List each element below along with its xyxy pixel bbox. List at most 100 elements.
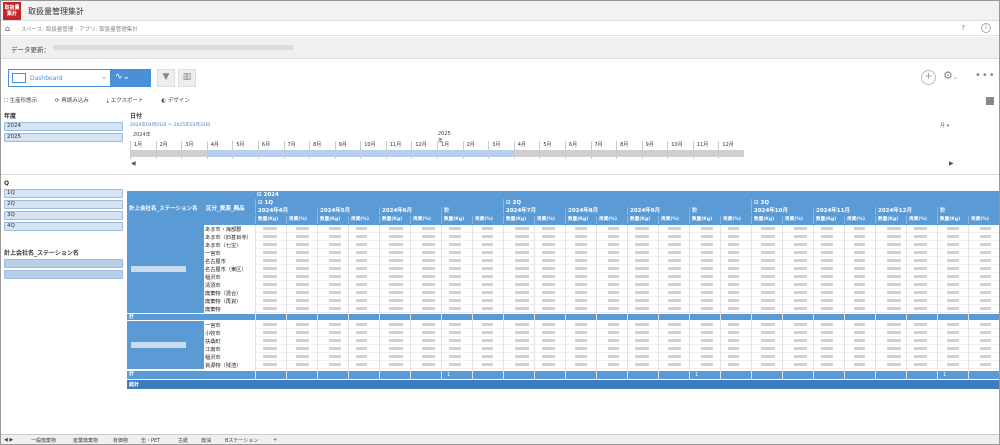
action-design[interactable]: ◐ デザイン bbox=[161, 98, 198, 104]
pivot-measure-cell[interactable]: 再資(%) bbox=[596, 216, 627, 224]
quarter-filter-item[interactable]: 1Q bbox=[4, 189, 123, 198]
pivot-month-cell[interactable]: 2024年5月 bbox=[317, 207, 379, 215]
sheet-tab[interactable]: Bステーション bbox=[225, 437, 258, 444]
company-filter-item[interactable] bbox=[4, 270, 123, 279]
quarter-filter-item[interactable]: 3Q bbox=[4, 211, 123, 220]
pivot-measure-cell[interactable]: 数量(Kg) bbox=[689, 216, 720, 224]
pivot-measure-cell[interactable]: 再資(%) bbox=[968, 216, 999, 224]
pivot-measure-cell[interactable]: 再資(%) bbox=[658, 216, 689, 224]
month-tick[interactable]: 3月 bbox=[181, 141, 207, 159]
year-filter-item[interactable]: 2024 bbox=[4, 122, 123, 131]
home-icon[interactable]: ⌂ bbox=[5, 24, 10, 33]
breadcrumb-space[interactable]: スペース: 取扱量管理 bbox=[21, 27, 73, 33]
group-header-cell[interactable] bbox=[127, 225, 204, 313]
dashboard-select[interactable]: Dashboard ⌄ bbox=[8, 69, 111, 87]
pivot-quarter-cell[interactable]: ⊟ 1Q bbox=[255, 199, 503, 207]
month-tick[interactable]: 5月 bbox=[539, 141, 565, 159]
month-tick[interactable]: 9月 bbox=[334, 141, 361, 159]
add-button[interactable]: + bbox=[921, 70, 936, 85]
pivot-measure-cell[interactable]: 再資(%) bbox=[534, 216, 565, 224]
pivot-col1-header[interactable]: 計上会社名_ステーション名 bbox=[127, 191, 203, 225]
sheet-tab[interactable]: 産業廃棄物 bbox=[73, 437, 98, 444]
pivot-col2-header[interactable]: 区分_資源_廃品 bbox=[204, 191, 255, 225]
pivot-measure-cell[interactable]: 数量(Kg) bbox=[441, 216, 472, 224]
slider-left-arrow-icon[interactable]: ◀ bbox=[131, 160, 136, 167]
date-level-select[interactable]: 月 ▾ bbox=[940, 122, 949, 129]
pivot-measure-cell[interactable]: 再資(%) bbox=[906, 216, 937, 224]
info-icon[interactable]: i bbox=[981, 23, 991, 33]
month-tick[interactable]: 4月 bbox=[206, 141, 233, 159]
pivot-month-cell[interactable]: 計 bbox=[937, 207, 999, 215]
pivot-measure-cell[interactable]: 数量(Kg) bbox=[565, 216, 596, 224]
pivot-measure-cell[interactable]: 再資(%) bbox=[286, 216, 317, 224]
pivot-measure-cell[interactable]: 数量(Kg) bbox=[317, 216, 348, 224]
pivot-measure-cell[interactable]: 再資(%) bbox=[782, 216, 813, 224]
help-icon[interactable]: ? bbox=[961, 24, 965, 32]
quarter-filter-item[interactable]: 2Q bbox=[4, 200, 123, 209]
pivot-year-cell[interactable]: ⊟ 2024 bbox=[255, 191, 999, 199]
quarter-filter-item[interactable]: 4Q bbox=[4, 222, 123, 231]
pivot-month-cell[interactable]: 計 bbox=[441, 207, 503, 215]
group-header-cell[interactable] bbox=[127, 321, 204, 369]
pivot-month-cell[interactable]: 2024年11月 bbox=[813, 207, 875, 215]
pivot-measure-cell[interactable]: 数量(Kg) bbox=[875, 216, 906, 224]
year-filter-item[interactable]: 2025 bbox=[4, 133, 123, 142]
month-slider[interactable]: 1月 2月 3月 4月 5月 6月 7月 8月 9月 10月 11月 12月 1月 2月 3月 4月 5月 6月 7… bbox=[130, 141, 744, 159]
month-tick[interactable]: 2月 bbox=[155, 141, 182, 159]
month-tick[interactable]: 7月 bbox=[590, 141, 617, 159]
month-tick[interactable]: 11月 bbox=[692, 141, 719, 159]
pivot-quarter-cell[interactable]: ⊟ 2Q bbox=[503, 199, 751, 207]
sheet-tab[interactable]: 廃油 bbox=[201, 437, 211, 444]
month-tick[interactable]: 8月 bbox=[616, 141, 642, 159]
sheet-tab[interactable]: 缶・PET bbox=[141, 437, 160, 444]
sheet-tab[interactable]: 有価物 bbox=[113, 437, 128, 444]
pivot-measure-cell[interactable]: 数量(Kg) bbox=[751, 216, 782, 224]
pivot-month-cell[interactable]: 計 bbox=[689, 207, 751, 215]
month-tick[interactable]: 3月 bbox=[488, 141, 514, 159]
chart-type-button[interactable]: ∿⌄ bbox=[111, 69, 151, 87]
pivot-month-cell[interactable]: 2024年12月 bbox=[875, 207, 937, 215]
tabs-scroll-icon[interactable]: ◀ ▶ bbox=[4, 437, 13, 443]
month-tick[interactable]: 7月 bbox=[283, 141, 310, 159]
sheet-tab[interactable]: 一般廃棄物 bbox=[31, 437, 56, 444]
month-tick[interactable]: 8月 bbox=[309, 141, 335, 159]
month-tick[interactable]: 1月 bbox=[437, 141, 463, 159]
month-tick[interactable]: 6月 bbox=[257, 141, 284, 159]
pivot-measure-cell[interactable]: 再資(%) bbox=[472, 216, 503, 224]
month-tick[interactable]: 12月 bbox=[411, 141, 437, 159]
pivot-measure-cell[interactable]: 数量(Kg) bbox=[937, 216, 968, 224]
month-tick[interactable]: 11月 bbox=[385, 141, 412, 159]
pivot-month-cell[interactable]: 2024年9月 bbox=[627, 207, 689, 215]
pivot-month-cell[interactable]: 2024年10月 bbox=[751, 207, 813, 215]
panel-toggle-button[interactable] bbox=[986, 97, 994, 105]
pivot-measure-cell[interactable]: 数量(Kg) bbox=[379, 216, 410, 224]
month-tick[interactable]: 5月 bbox=[232, 141, 258, 159]
pivot-measure-cell[interactable]: 再資(%) bbox=[410, 216, 441, 224]
pivot-measure-cell[interactable]: 再資(%) bbox=[844, 216, 875, 224]
company-filter-item[interactable] bbox=[4, 259, 123, 268]
pivot-measure-cell[interactable]: 再資(%) bbox=[720, 216, 751, 224]
action-display[interactable]: ⛶ 生産形態示 bbox=[4, 98, 45, 104]
pivot-measure-cell[interactable]: 数量(Kg) bbox=[813, 216, 844, 224]
month-tick[interactable]: 10月 bbox=[667, 141, 693, 159]
pivot-quarter-cell[interactable]: ⊟ 3Q bbox=[751, 199, 999, 207]
action-reload[interactable]: ⟳ 再読み込み bbox=[55, 98, 97, 104]
sheet-tab[interactable]: 古紙 bbox=[178, 437, 188, 444]
filter-button[interactable]: ▼ bbox=[157, 69, 175, 87]
breadcrumb-app[interactable]: アプリ: 取扱量管理集計 bbox=[79, 27, 138, 33]
month-tick[interactable]: 2月 bbox=[462, 141, 489, 159]
settings-button[interactable]: ⚙⌄ bbox=[943, 69, 958, 82]
month-tick[interactable]: 6月 bbox=[564, 141, 591, 159]
action-export[interactable]: ⤓ エクスポート bbox=[107, 98, 152, 104]
month-tick[interactable]: 1月 bbox=[130, 141, 156, 159]
pivot-month-cell[interactable]: 2024年7月 bbox=[503, 207, 565, 215]
more-menu-button[interactable]: ••• bbox=[975, 70, 996, 81]
bar-chart-button[interactable]: ▥ bbox=[178, 69, 196, 87]
pivot-month-cell[interactable]: 2024年6月 bbox=[379, 207, 441, 215]
month-tick[interactable]: 12月 bbox=[718, 141, 744, 159]
month-tick[interactable]: 10月 bbox=[360, 141, 386, 159]
month-tick[interactable]: 4月 bbox=[513, 141, 540, 159]
slider-right-arrow-icon[interactable]: ▶ bbox=[949, 160, 954, 167]
pivot-month-cell[interactable]: 2024年4月 bbox=[255, 207, 317, 215]
pivot-measure-cell[interactable]: 数量(Kg) bbox=[627, 216, 658, 224]
